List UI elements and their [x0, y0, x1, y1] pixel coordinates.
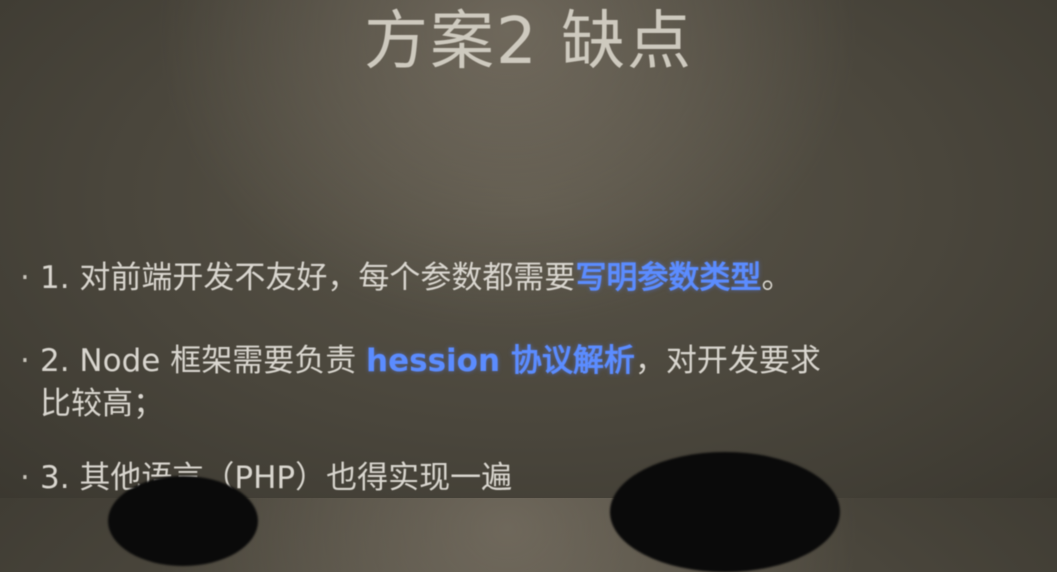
- bullet-2-continuation-text: 比较高；: [40, 386, 164, 422]
- bullet-1-text: 1. 对前端开发不友好，每个参数都需要: [40, 260, 576, 296]
- bullet-dot: ·: [20, 460, 30, 496]
- bullet-item-2: · 2. Node 框架需要负责 hession 协议解析，对开发要求: [20, 335, 821, 380]
- projected-slide: 方案2 缺点 · 1. 对前端开发不友好，每个参数都需要写明参数类型。 · 2. N…: [0, 0, 1057, 572]
- bullet-1-highlight: 写明参数类型: [575, 260, 762, 296]
- slide-title: 方案2 缺点: [363, 5, 694, 79]
- bullet-2-end: ，对开发要求: [634, 343, 821, 379]
- bullet-dot: ·: [20, 260, 30, 296]
- bullet-2-text: 2. Node 框架需要负责: [40, 343, 367, 379]
- audience-head-right: [610, 452, 840, 572]
- bullet-item-2-continuation: 比较高；: [40, 378, 164, 423]
- bullet-item-1: · 1. 对前端开发不友好，每个参数都需要写明参数类型。: [20, 252, 792, 297]
- bullet-2-highlight: hession 协议解析: [366, 343, 635, 379]
- audience-head-left: [108, 476, 258, 566]
- bullet-1-end: 。: [761, 260, 793, 296]
- bullet-dot: ·: [20, 343, 30, 379]
- bullet-3-text: 3. 其他语言（PHP）也得实现一遍: [40, 460, 513, 496]
- bullet-item-3: · 3. 其他语言（PHP）也得实现一遍: [20, 452, 512, 497]
